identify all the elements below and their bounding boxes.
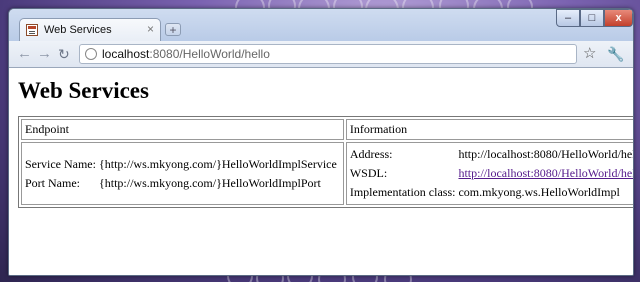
wsdl-label: WSDL: [349, 166, 388, 180]
implementation-class-value: com.mkyong.ws.HelloWorldImpl [458, 185, 620, 199]
url-host: localhost [102, 47, 150, 61]
endpoint-cell: Service Name: {http://ws.mkyong.com/}Hell… [21, 142, 344, 205]
service-name-value: {http://ws.mkyong.com/}HelloWorldImplSer… [98, 156, 337, 171]
tab-title: Web Services [44, 24, 112, 36]
service-name-label: Service Name: [25, 156, 96, 171]
page-favicon-icon [26, 24, 38, 36]
address-value: http://localhost:8080/HelloWorld/hello [458, 147, 634, 161]
page-content: Web Services Endpoint Information Servic… [9, 68, 633, 275]
browser-window: Web Services × + – □ x ← → ↻ localhost:8… [8, 8, 634, 276]
minimize-button[interactable]: – [556, 9, 580, 27]
implementation-class-label: Implementation class: [349, 185, 456, 199]
column-header-information: Information [345, 119, 633, 140]
browser-toolbar: ← → ↻ localhost:8080/HelloWorld/hello ☆ … [9, 41, 633, 68]
reload-icon[interactable]: ↻ [58, 45, 70, 63]
table-row: Service Name: {http://ws.mkyong.com/}Hell… [21, 142, 634, 205]
page-title: Web Services [18, 78, 149, 103]
url-text[interactable]: localhost:8080/HelloWorld/hello [102, 47, 270, 61]
column-header-endpoint: Endpoint [21, 119, 344, 140]
endpoint-details: Service Name: {http://ws.mkyong.com/}Hell… [25, 155, 340, 193]
port-name-label: Port Name: [25, 175, 80, 190]
url-path: :8080/HelloWorld/hello [149, 47, 270, 61]
tab-web-services[interactable]: Web Services × [19, 18, 161, 41]
forward-arrow-icon[interactable]: → [37, 45, 52, 63]
page-info-icon[interactable] [85, 48, 97, 60]
table-header-row: Endpoint Information [21, 119, 633, 140]
title-bar: Web Services × + – □ x [9, 9, 633, 41]
wrench-menu-icon[interactable]: 🔧 [607, 45, 624, 63]
wsdl-link[interactable]: http://localhost:8080/HelloWorld/hello?w… [458, 166, 633, 180]
close-window-button[interactable]: x [604, 9, 633, 27]
services-table: Endpoint Information Service Name: {http:… [18, 116, 634, 208]
maximize-button[interactable]: □ [580, 9, 604, 27]
information-details: Address: http://localhost:8080/HelloWorld… [349, 145, 634, 202]
port-name-value: {http://ws.mkyong.com/}HelloWorldImplPor… [98, 175, 321, 190]
back-arrow-icon[interactable]: ← [17, 45, 32, 63]
new-tab-button[interactable]: + [165, 23, 181, 36]
address-bar[interactable]: localhost:8080/HelloWorld/hello [79, 44, 577, 64]
tab-close-icon[interactable]: × [147, 22, 154, 36]
address-label: Address: [349, 147, 393, 161]
information-cell: Address: http://localhost:8080/HelloWorld… [345, 142, 634, 205]
bookmark-star-icon[interactable]: ☆ [583, 45, 596, 63]
